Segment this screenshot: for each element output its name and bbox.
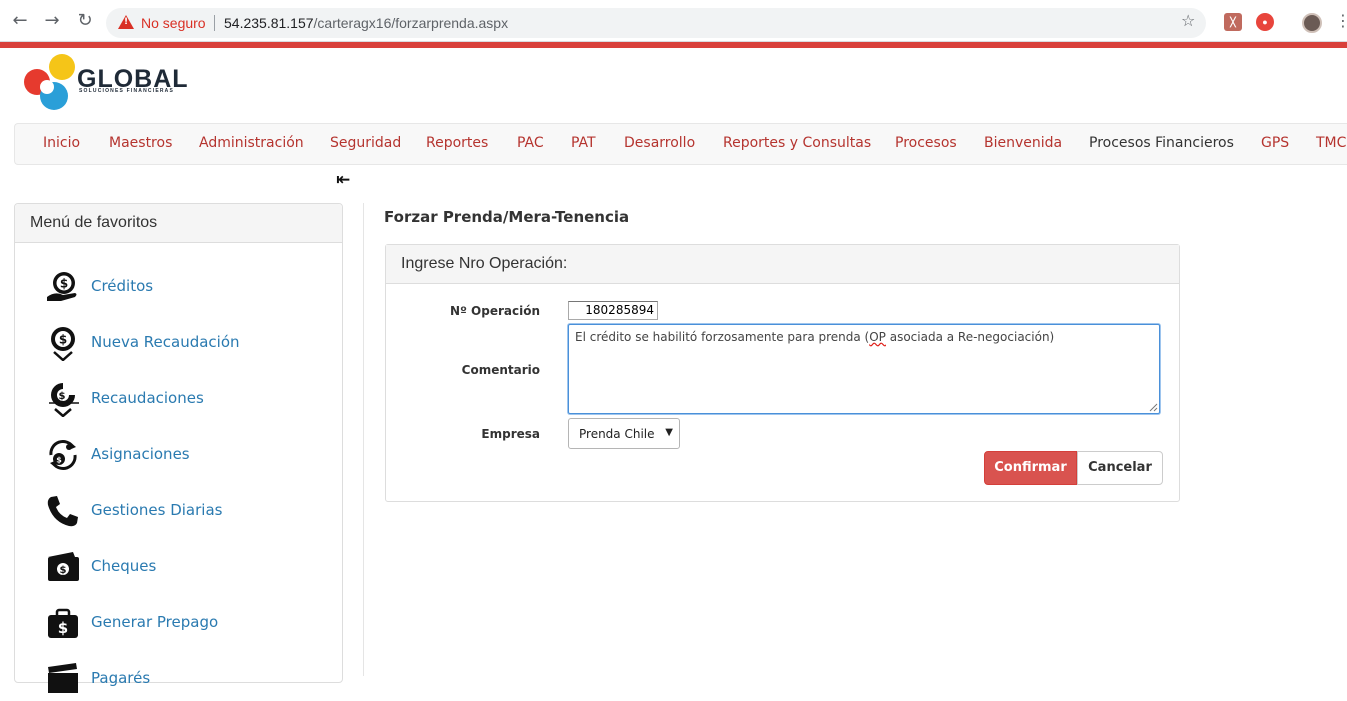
comment-label: Comentario [461, 363, 540, 377]
url-path: /carteragx16/forzarprenda.aspx [313, 15, 509, 31]
browser-menu-icon[interactable]: ⋮ [1335, 11, 1347, 31]
sidebar-title: Menú de favoritos [30, 214, 158, 231]
operation-panel: Ingrese Nro Operación: Nº Operación 1802… [385, 244, 1180, 502]
main-navbar: Inicio Maestros Administración Seguridad… [14, 123, 1347, 165]
assignments-icon: $ [49, 440, 77, 470]
svg-text:$: $ [56, 456, 62, 465]
nav-item-procesos[interactable]: Procesos [895, 135, 957, 151]
nav-item-pat[interactable]: PAT [571, 135, 596, 151]
comment-textarea[interactable]: El crédito se habilitó forzosamente para… [568, 324, 1160, 414]
sidebar-item-generar-prepago[interactable]: $ Generar Prepago [45, 605, 335, 645]
dropdown-arrow-icon: ▼ [665, 427, 673, 438]
sidebar-item-gestiones-diarias[interactable]: Gestiones Diarias [45, 493, 335, 533]
svg-text:$: $ [59, 391, 66, 402]
svg-text:$: $ [60, 277, 68, 291]
cheque-icon: $ [48, 552, 79, 581]
nav-item-desarrollo[interactable]: Desarrollo [624, 135, 695, 151]
comment-spellcheck-word: OP [869, 330, 886, 344]
pdf-extension-icon[interactable]: ╳ [1224, 13, 1242, 31]
nav-item-maestros[interactable]: Maestros [109, 135, 172, 151]
panel-title: Ingrese Nro Operación: [401, 255, 568, 272]
sidebar-header: Menú de favoritos [15, 204, 342, 243]
company-label: Empresa [481, 427, 540, 441]
badge-extension-icon[interactable]: ● [1256, 13, 1274, 31]
brand-stripe [0, 42, 1347, 48]
nav-item-administracion[interactable]: Administración [199, 135, 304, 151]
nav-item-seguridad[interactable]: Seguridad [330, 135, 401, 151]
nav-item-bienvenida[interactable]: Bienvenida [984, 135, 1062, 151]
panel-header: Ingrese Nro Operación: [386, 245, 1179, 284]
back-arrow-icon[interactable]: ← [10, 11, 30, 31]
url-host: 54.235.81.157 [224, 15, 314, 31]
comment-text-start: El crédito se habilitó forzosamente para… [575, 330, 870, 344]
profile-avatar[interactable] [1302, 13, 1322, 33]
page-title: Forzar Prenda/Mera-Tenencia [384, 208, 630, 226]
url-text[interactable]: 54.235.81.157/carteragx16/forzarprenda.a… [224, 15, 508, 31]
operation-number-input[interactable]: 180285894 [568, 301, 658, 320]
nav-item-procesos-financieros[interactable]: Procesos Financieros [1089, 135, 1234, 151]
sidebar-item-label: Gestiones Diarias [91, 501, 223, 519]
sidebar-item-asignaciones[interactable]: $ Asignaciones [45, 437, 335, 477]
browser-toolbar: ← → ↻ No seguro 54.235.81.157/carteragx1… [0, 0, 1347, 42]
bookmark-star-icon[interactable]: ☆ [1181, 11, 1195, 30]
collapse-sidebar-icon[interactable]: ⇤ [336, 170, 350, 190]
promissory-note-icon [48, 663, 78, 693]
sidebar-item-label: Créditos [91, 277, 154, 295]
nav-item-reportes[interactable]: Reportes [426, 135, 488, 151]
company-select[interactable]: Prenda Chile ▼ [568, 418, 680, 449]
credit-hand-icon: $ [47, 272, 77, 301]
new-collection-icon: $ [51, 327, 75, 361]
address-divider [214, 15, 215, 31]
nav-item-inicio[interactable]: Inicio [43, 135, 80, 151]
comment-text-end: asociada a Re-negociación) [885, 330, 1055, 344]
warning-icon [118, 15, 134, 29]
sidebar-item-label: Nueva Recaudación [91, 333, 240, 351]
svg-text:$: $ [59, 333, 67, 347]
company-select-value: Prenda Chile [579, 427, 655, 441]
sidebar-item-label: Asignaciones [91, 445, 190, 463]
cancel-button[interactable]: Cancelar [1077, 451, 1163, 485]
nav-item-tmc[interactable]: TMC [1316, 135, 1346, 151]
reload-icon[interactable]: ↻ [75, 11, 95, 31]
nav-item-gps[interactable]: GPS [1261, 135, 1289, 151]
nav-item-reportes-consultas[interactable]: Reportes y Consultas [723, 135, 871, 151]
favorites-sidebar: Menú de favoritos $ Créditos $ Nueva Rec… [14, 203, 343, 693]
phone-icon [47, 496, 78, 527]
prepay-bag-icon: $ [48, 608, 78, 638]
sidebar-item-creditos[interactable]: $ Créditos [45, 269, 335, 309]
logo-tagline: SOLUCIONES FINANCIERAS [79, 88, 175, 94]
forward-arrow-icon[interactable]: → [42, 11, 62, 31]
sidebar-item-nueva-recaudacion[interactable]: $ Nueva Recaudación [45, 325, 335, 365]
collections-icon: $ [49, 383, 79, 417]
operation-label: Nº Operación [450, 304, 540, 318]
sidebar-item-pagares[interactable]: Pagarés [45, 661, 335, 701]
security-status[interactable]: No seguro [141, 15, 206, 31]
content-divider [363, 203, 364, 676]
sidebar-item-label: Recaudaciones [91, 389, 204, 407]
svg-text:$: $ [58, 619, 68, 637]
confirm-button[interactable]: Confirmar [984, 451, 1077, 485]
sidebar-item-label: Generar Prepago [91, 613, 219, 631]
operation-number-value: 180285894 [585, 303, 654, 317]
address-bar[interactable]: No seguro 54.235.81.157/carteragx16/forz… [106, 8, 1206, 38]
sidebar-item-label: Cheques [91, 557, 157, 575]
resize-grip-icon[interactable] [1148, 402, 1158, 412]
logo-mark-icon [24, 54, 75, 110]
sidebar-item-recaudaciones[interactable]: $ Recaudaciones [45, 381, 335, 421]
nav-item-pac[interactable]: PAC [517, 135, 544, 151]
global-logo[interactable]: GLOBAL SOLUCIONES FINANCIERAS [22, 52, 202, 116]
sidebar-item-cheques[interactable]: $ Cheques [45, 549, 335, 589]
sidebar-item-label: Pagarés [91, 669, 151, 687]
svg-text:$: $ [60, 565, 67, 576]
